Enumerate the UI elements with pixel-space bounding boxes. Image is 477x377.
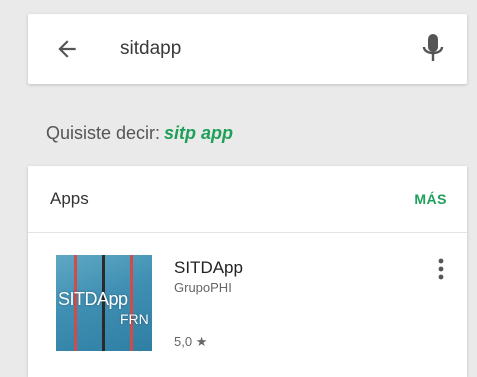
apps-section-header: Apps MÁS bbox=[28, 166, 467, 233]
did-you-mean: Quisiste decir: sitp app bbox=[46, 120, 233, 146]
app-icon[interactable]: SITDApp FRN bbox=[56, 255, 152, 351]
did-you-mean-label: Quisiste decir: bbox=[46, 123, 161, 143]
app-icon-sublabel: FRN bbox=[120, 311, 149, 327]
app-icon-label: SITDApp bbox=[58, 289, 128, 309]
app-list-item[interactable]: SITDApp FRN SITDApp GrupoPHI 5,0 ★ bbox=[28, 233, 467, 363]
more-vert-icon[interactable] bbox=[431, 255, 451, 285]
search-input[interactable]: sitdapp bbox=[120, 36, 181, 62]
app-rating-value: 5,0 bbox=[174, 334, 193, 349]
arrow-left-icon[interactable] bbox=[54, 36, 80, 62]
more-button[interactable]: MÁS bbox=[414, 187, 447, 211]
microphone-icon[interactable] bbox=[422, 33, 444, 65]
app-developer: GrupoPHI bbox=[174, 280, 232, 295]
lane-line-red-2 bbox=[130, 255, 133, 351]
app-name: SITDApp bbox=[174, 258, 243, 277]
apps-section: Apps MÁS SITDApp FRN SITDApp GrupoPHI 5,… bbox=[28, 166, 467, 377]
did-you-mean-link[interactable]: sitp app bbox=[164, 123, 233, 143]
search-bar[interactable]: sitdapp bbox=[28, 14, 467, 84]
apps-section-title: Apps bbox=[50, 189, 89, 208]
star-icon: ★ bbox=[195, 334, 208, 349]
app-rating: 5,0 ★ bbox=[174, 333, 207, 351]
